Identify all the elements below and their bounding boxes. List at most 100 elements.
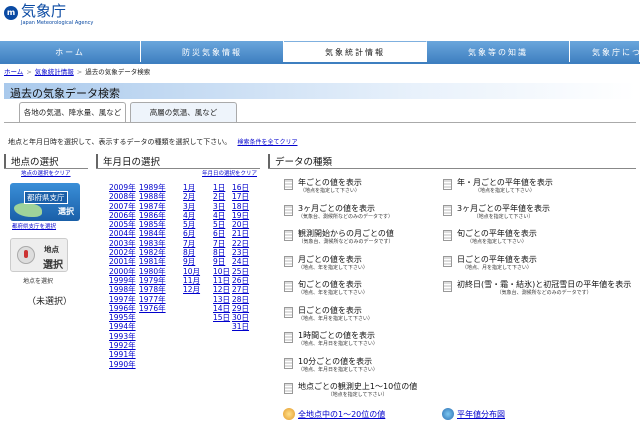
datatype-option[interactable]: 3ヶ月ごとの平年値を表示 （地点を指定して下さい） [443, 204, 550, 221]
datatype-label[interactable]: 月ごとの値を表示 [298, 255, 368, 265]
datatype-option[interactable]: 3ヶ月ごとの値を表示 （気象台、測候所などのみのデータです） [284, 204, 393, 221]
month-option[interactable]: 5月 [183, 220, 200, 229]
datatype-label[interactable]: 年・月ごとの平年値を表示 [457, 178, 553, 188]
top20-link[interactable]: 全地点中の1～20位の値 [298, 409, 385, 420]
year-option[interactable]: 2001年 [109, 257, 136, 266]
datatype-label[interactable]: 観測開始からの月ごとの値 [298, 229, 394, 239]
datatype-label[interactable]: 初終日(雪・霜・結氷)と初冠雪日の平年値を表示 [457, 280, 631, 290]
breadcrumb-climate-stats[interactable]: 気象統計情報 [35, 68, 74, 76]
year-option[interactable]: 1983年 [139, 239, 166, 248]
day-option[interactable]: 21日 [232, 229, 249, 238]
datatype-label[interactable]: 旬ごとの平年値を表示 [457, 229, 537, 239]
prefecture-select-button[interactable]: 都府県支庁 選択 [10, 183, 80, 221]
datatype-label[interactable]: 年ごとの値を表示 [298, 178, 362, 188]
station-clear-link[interactable]: 地点の選択をクリア [21, 169, 71, 177]
day-option[interactable]: 6日 [213, 229, 230, 238]
tab-surface[interactable]: 各地の気温、降水量、風など [19, 102, 126, 122]
day-option[interactable]: 17日 [232, 192, 249, 201]
day-option[interactable]: 23日 [232, 248, 249, 257]
nav-knowledge[interactable]: 気象等の知識 [427, 41, 570, 63]
day-option[interactable]: 7日 [213, 239, 230, 248]
day-option[interactable]: 2日 [213, 192, 230, 201]
year-option[interactable]: 1994年 [109, 322, 136, 331]
datatype-option[interactable]: 初終日(雪・霜・結氷)と初冠雪日の平年値を表示 （気象台、測候所などのみのデータで… [443, 280, 631, 297]
nav-home[interactable]: ホーム [0, 41, 141, 63]
day-option[interactable]: 16日 [232, 183, 249, 192]
year-option[interactable]: 1980年 [139, 267, 166, 276]
day-option[interactable]: 22日 [232, 239, 249, 248]
year-option[interactable]: 2008年 [109, 192, 136, 201]
year-option[interactable]: 1977年 [139, 295, 166, 304]
day-option[interactable]: 3日 [213, 202, 230, 211]
day-option[interactable]: 1日 [213, 183, 230, 192]
datatype-option[interactable]: 月ごとの値を表示 （地点、年を指定して下さい） [284, 255, 368, 272]
day-option[interactable]: 14日 [213, 304, 230, 313]
day-option[interactable]: 19日 [232, 211, 249, 220]
datatype-option[interactable]: 旬ごとの平年値を表示 （地点を指定して下さい） [443, 229, 537, 246]
day-option[interactable]: 30日 [232, 313, 249, 322]
year-option[interactable]: 1998年 [109, 285, 136, 294]
month-option[interactable]: 4月 [183, 211, 200, 220]
day-option[interactable]: 8日 [213, 248, 230, 257]
year-option[interactable]: 1996年 [109, 304, 136, 313]
day-option[interactable]: 24日 [232, 257, 249, 266]
datatype-label[interactable]: 日ごとの平年値を表示 [457, 255, 537, 265]
normal-map-link-row[interactable]: 平年値分布図 [442, 408, 505, 420]
month-option[interactable]: 1月 [183, 183, 200, 192]
day-option[interactable]: 12日 [213, 285, 230, 294]
year-option[interactable]: 2003年 [109, 239, 136, 248]
datatype-label[interactable]: 3ヶ月ごとの平年値を表示 [457, 204, 550, 214]
month-option[interactable]: 9月 [183, 257, 200, 266]
month-option[interactable]: 12月 [183, 285, 200, 294]
point-select-link[interactable]: 地点を選択 [23, 276, 53, 285]
datatype-label[interactable]: 日ごとの値を表示 [298, 306, 373, 316]
year-option[interactable]: 2009年 [109, 183, 136, 192]
year-option[interactable]: 1986年 [139, 211, 166, 220]
month-option[interactable]: 6月 [183, 229, 200, 238]
year-option[interactable]: 1982年 [139, 248, 166, 257]
year-option[interactable]: 1999年 [109, 276, 136, 285]
datatype-option[interactable]: 年・月ごとの平年値を表示 （地点を指定して下さい） [443, 178, 553, 195]
datatype-option[interactable]: 観測開始からの月ごとの値 （気象台、測候所などのみのデータです） [284, 229, 394, 246]
prefecture-select-link[interactable]: 都府県支庁を選択 [12, 222, 56, 230]
date-clear-link[interactable]: 年月日の選択をクリア [202, 169, 257, 177]
day-option[interactable]: 5日 [213, 220, 230, 229]
day-option[interactable]: 25日 [232, 267, 249, 276]
datatype-option[interactable]: 日ごとの値を表示 （地点、年月を指定して下さい） [284, 306, 373, 323]
point-select-button[interactable]: 地点 選択 [10, 238, 68, 272]
year-option[interactable]: 1988年 [139, 192, 166, 201]
breadcrumb-home[interactable]: ホーム [4, 68, 23, 76]
year-option[interactable]: 2004年 [109, 229, 136, 238]
nav-disaster-info[interactable]: 防災気象情報 [141, 41, 284, 63]
year-option[interactable]: 1989年 [139, 183, 166, 192]
year-option[interactable]: 1987年 [139, 202, 166, 211]
day-option[interactable]: 20日 [232, 220, 249, 229]
day-option[interactable]: 28日 [232, 295, 249, 304]
year-option[interactable]: 2006年 [109, 211, 136, 220]
datatype-option[interactable]: 地点ごとの観測史上1～10位の値 （地点を指定して下さい） [284, 382, 417, 399]
month-option[interactable]: 7月 [183, 239, 200, 248]
year-option[interactable]: 1990年 [109, 360, 136, 369]
year-option[interactable]: 1978年 [139, 285, 166, 294]
day-option[interactable]: 13日 [213, 295, 230, 304]
year-option[interactable]: 2007年 [109, 202, 136, 211]
datatype-label[interactable]: 旬ごとの値を表示 [298, 280, 368, 290]
year-option[interactable]: 2000年 [109, 267, 136, 276]
datatype-option[interactable]: 年ごとの値を表示 （地点を指定して下さい） [284, 178, 362, 195]
day-option[interactable]: 29日 [232, 304, 249, 313]
nav-about[interactable]: 気象庁につ [570, 41, 640, 63]
month-option[interactable]: 10月 [183, 267, 200, 276]
datatype-label[interactable]: 1時間ごとの値を表示 [298, 331, 378, 341]
day-option[interactable]: 18日 [232, 202, 249, 211]
datatype-label[interactable]: 3ヶ月ごとの値を表示 [298, 204, 393, 214]
day-option[interactable]: 31日 [232, 322, 249, 331]
month-option[interactable]: 8月 [183, 248, 200, 257]
month-option[interactable]: 2月 [183, 192, 200, 201]
datatype-option[interactable]: 日ごとの平年値を表示 （地点、月を指定して下さい） [443, 255, 537, 272]
year-option[interactable]: 1992年 [109, 341, 136, 350]
day-option[interactable]: 15日 [213, 313, 230, 322]
jma-logo[interactable]: m 気象庁 Japan Meteorological Agency [4, 3, 174, 27]
nav-climate-stats[interactable]: 気象統計情報 [284, 41, 427, 63]
month-option[interactable]: 11月 [183, 276, 200, 285]
day-option[interactable]: 4日 [213, 211, 230, 220]
